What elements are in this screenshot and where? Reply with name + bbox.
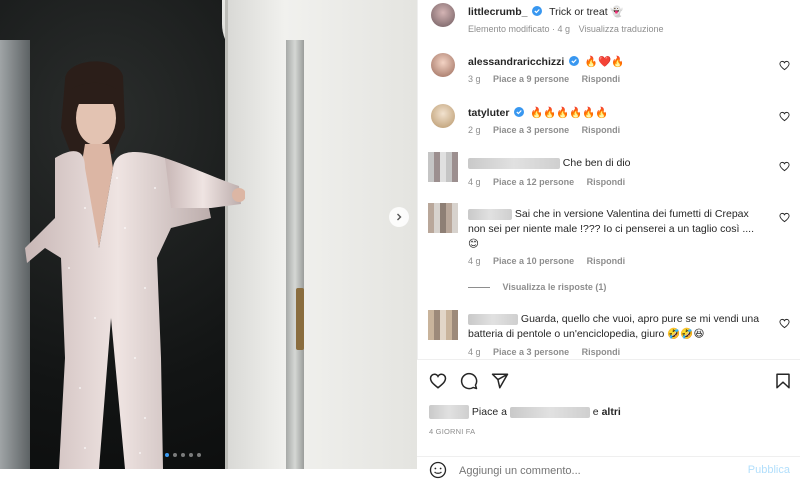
- carousel-dot: [189, 453, 193, 457]
- post-age: 4 GIORNI FA: [429, 427, 476, 436]
- likers-avatars-redacted: [429, 405, 469, 419]
- comment-likes[interactable]: Piace a 12 persone: [493, 177, 574, 187]
- heart-icon[interactable]: [779, 161, 790, 172]
- carousel-indicator: [165, 453, 201, 457]
- comment-likes[interactable]: Piace a 10 persone: [493, 256, 574, 266]
- comment-age: 4 g: [468, 256, 481, 266]
- comment-icon[interactable]: [460, 372, 478, 390]
- comment-avatar[interactable]: [428, 152, 458, 182]
- comment-avatar[interactable]: [428, 203, 458, 233]
- verified-icon: [514, 107, 525, 117]
- likes-prefix: Piace a: [471, 405, 507, 418]
- comment-age: 4 g: [468, 347, 481, 357]
- carousel-dot: [165, 453, 169, 457]
- comment-likes[interactable]: Piace a 9 persone: [493, 74, 569, 84]
- comment-avatar[interactable]: [428, 310, 458, 340]
- reply-button[interactable]: Rispondi: [582, 347, 621, 357]
- comment-text: Che ben di dio: [562, 157, 631, 169]
- liker-name-redacted: [509, 406, 590, 418]
- verified-icon: [569, 56, 580, 66]
- instagram-post-view: littlecrumb_ Trick or treat 👻 Elemento m…: [0, 0, 800, 483]
- heart-icon[interactable]: [429, 372, 447, 390]
- comment-username[interactable]: alessandraricchizzi: [468, 56, 564, 68]
- likes-conjunction: e: [592, 405, 599, 418]
- emoji-icon[interactable]: [429, 461, 447, 479]
- comment-avatar[interactable]: [431, 104, 455, 128]
- next-arrow-icon[interactable]: [389, 207, 409, 227]
- translate-link[interactable]: Visualizza traduzione: [579, 24, 664, 34]
- caption-age: 4 g: [557, 24, 571, 34]
- post-photo[interactable]: [0, 0, 417, 469]
- comment-age: 2 g: [468, 125, 481, 135]
- comment-input[interactable]: [459, 462, 729, 479]
- caption-emoji: 👻: [610, 6, 624, 18]
- likes-summary: Piace a e altri: [429, 405, 621, 419]
- reply-button[interactable]: Rispondi: [587, 256, 626, 266]
- comment-text: 🔥❤️🔥: [584, 56, 625, 68]
- comment-username[interactable]: tatyluter: [468, 107, 509, 119]
- comment-username-redacted: [468, 313, 518, 325]
- carousel-dot: [173, 453, 177, 457]
- reply-button[interactable]: Rispondi: [582, 125, 621, 135]
- heart-icon[interactable]: [779, 111, 790, 122]
- comment-age: 3 g: [468, 74, 481, 84]
- comment-age: 4 g: [468, 177, 481, 187]
- add-comment-bar: Pubblica: [417, 456, 800, 483]
- verified-icon: [532, 6, 543, 16]
- heart-icon[interactable]: [779, 60, 790, 71]
- likes-others-link[interactable]: altri: [602, 406, 621, 418]
- comment-username-redacted: [468, 208, 512, 220]
- comment-avatar[interactable]: [431, 53, 455, 77]
- carousel-dot: [197, 453, 201, 457]
- comment-likes[interactable]: Piace a 3 persone: [493, 125, 569, 135]
- comment-text: 🔥🔥🔥🔥🔥🔥: [530, 107, 609, 119]
- share-icon[interactable]: [491, 372, 509, 390]
- comment-username-redacted: [468, 157, 560, 169]
- edited-label: Elemento modificato: [468, 24, 550, 34]
- photo-subject: [25, 61, 245, 469]
- carousel-dot: [181, 453, 185, 457]
- bookmark-icon[interactable]: [774, 372, 792, 390]
- heart-icon[interactable]: [779, 318, 790, 329]
- comment-likes[interactable]: Piace a 3 persone: [493, 347, 569, 357]
- author-username[interactable]: littlecrumb_: [468, 6, 528, 18]
- reply-button[interactable]: Rispondi: [587, 177, 626, 187]
- author-avatar[interactable]: [431, 3, 455, 27]
- caption-text: Trick or treat: [549, 6, 608, 18]
- view-replies-link[interactable]: Visualizza le risposte (1): [468, 282, 790, 292]
- publish-button[interactable]: Pubblica: [748, 464, 790, 476]
- reply-button[interactable]: Rispondi: [582, 74, 621, 84]
- heart-icon[interactable]: [779, 212, 790, 223]
